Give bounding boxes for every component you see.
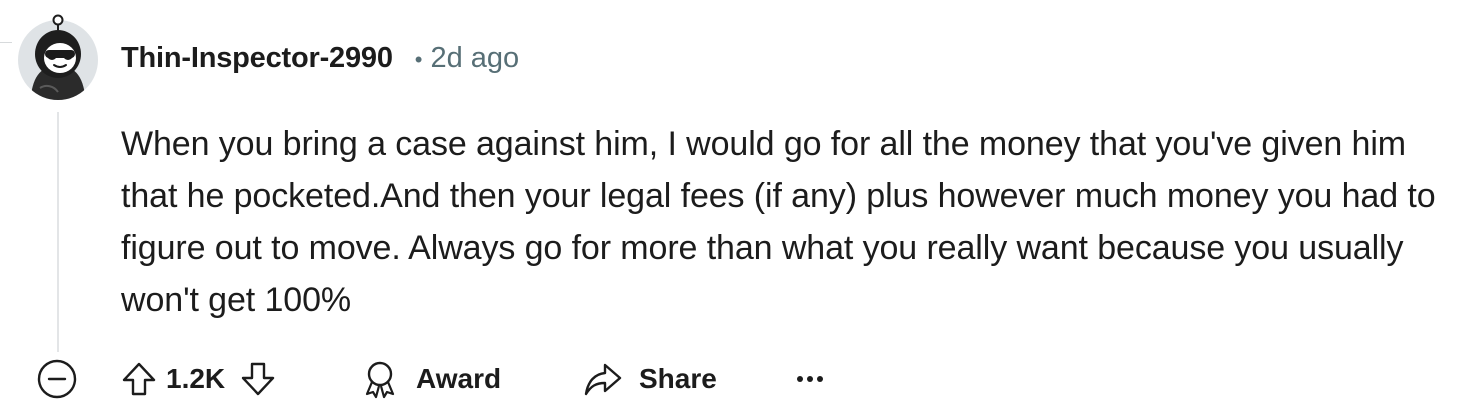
share-label: Share	[639, 363, 717, 394]
avatar-image	[18, 14, 98, 100]
share-arrow-icon	[584, 363, 622, 396]
comment-body: When you bring a case against him, I wou…	[121, 125, 1436, 319]
downvote-button[interactable]	[237, 358, 279, 400]
arrow-down-icon	[241, 362, 275, 396]
arrow-up-icon	[122, 362, 156, 396]
upvote-button[interactable]	[118, 358, 160, 400]
collapse-minus-icon	[37, 359, 77, 399]
comment-header: Thin-Inspector-2990 • 2d ago	[121, 42, 519, 75]
share-button[interactable]: Share	[583, 357, 717, 401]
comment-timestamp[interactable]: 2d ago	[430, 42, 519, 75]
meta-separator: •	[414, 47, 423, 72]
more-options-button[interactable]	[793, 357, 827, 401]
avatar[interactable]	[16, 14, 100, 100]
award-label: Award	[416, 363, 502, 394]
vote-score: 1.2K	[166, 363, 226, 394]
comment-action-bar: 1.2K Award Share	[0, 352, 1480, 406]
author-name[interactable]: Thin-Inspector-2990	[121, 42, 393, 75]
thread-line[interactable]	[57, 112, 59, 352]
award-ribbon-icon	[365, 361, 395, 399]
thread-line-top	[0, 42, 12, 43]
award-button[interactable]: Award	[360, 357, 501, 401]
vote-group: 1.2K	[118, 357, 279, 401]
collapse-button[interactable]	[37, 359, 77, 399]
ellipsis-icon	[797, 376, 823, 382]
